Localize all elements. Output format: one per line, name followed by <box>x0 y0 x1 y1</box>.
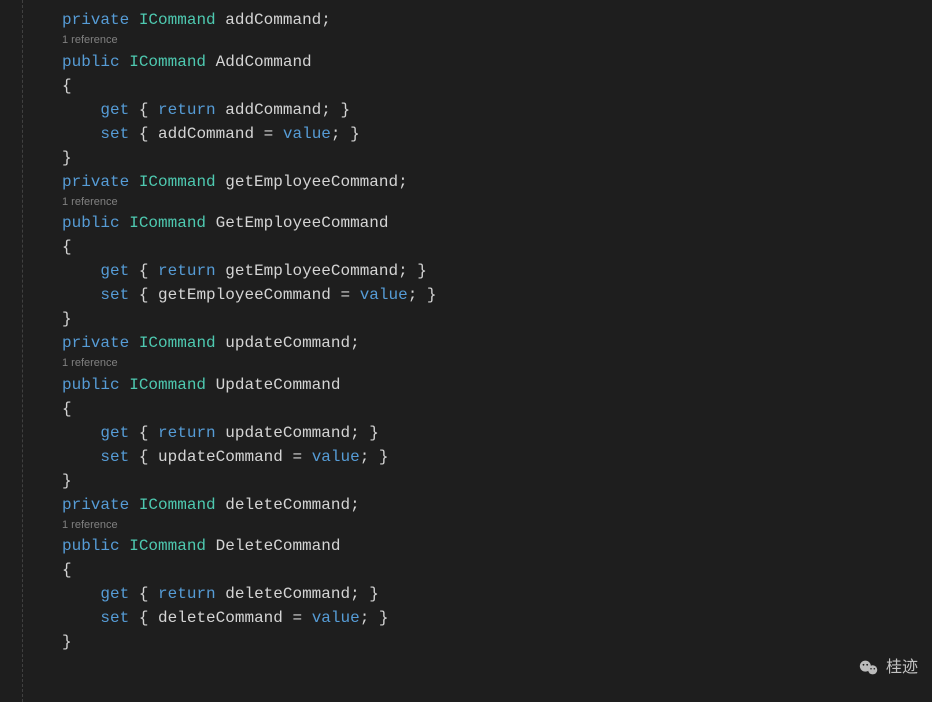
code-line: private ICommand getEmployeeCommand; <box>22 170 932 194</box>
kw-set: set <box>100 125 129 143</box>
watermark-text: 桂迹 <box>886 656 918 680</box>
kw-value: value <box>283 125 331 143</box>
code-line: public ICommand GetEmployeeCommand <box>22 211 932 235</box>
code-line: public ICommand DeleteCommand <box>22 534 932 558</box>
code-line: private ICommand updateCommand; <box>22 331 932 355</box>
code-line: set { updateCommand = value; } <box>22 445 932 469</box>
code-line: { <box>22 397 932 421</box>
type-icommand: ICommand <box>139 11 216 29</box>
kw-public: public <box>62 53 120 71</box>
code-line: { <box>22 74 932 98</box>
code-line: } <box>22 630 932 654</box>
code-line: } <box>22 469 932 493</box>
ref-text: 1 reference <box>62 34 118 46</box>
code-line: private ICommand addCommand; <box>22 8 932 32</box>
type-icommand: ICommand <box>129 53 206 71</box>
kw-return: return <box>158 101 216 119</box>
code-line: get { return addCommand; } <box>22 98 932 122</box>
kw-private: private <box>62 11 129 29</box>
watermark: 桂迹 <box>858 656 918 680</box>
codelens-reference[interactable]: 1 reference <box>22 355 932 373</box>
code-line: set { addCommand = value; } <box>22 122 932 146</box>
code-line: public ICommand UpdateCommand <box>22 373 932 397</box>
code-line: { <box>22 558 932 582</box>
code-line: get { return deleteCommand; } <box>22 582 932 606</box>
code-line: get { return getEmployeeCommand; } <box>22 259 932 283</box>
code-line: } <box>22 146 932 170</box>
indent-guide <box>22 0 24 702</box>
code-line: public ICommand AddCommand <box>22 50 932 74</box>
prop-name: AddCommand <box>216 53 312 71</box>
field-name: addCommand <box>225 11 321 29</box>
wechat-icon <box>858 657 880 679</box>
code-line: get { return updateCommand; } <box>22 421 932 445</box>
code-line: } <box>22 307 932 331</box>
code-line: set { getEmployeeCommand = value; } <box>22 283 932 307</box>
codelens-reference[interactable]: 1 reference <box>22 517 932 535</box>
code-line: { <box>22 235 932 259</box>
code-editor[interactable]: private ICommand addCommand; 1 reference… <box>0 0 932 702</box>
codelens-reference[interactable]: 1 reference <box>22 32 932 50</box>
kw-get: get <box>100 101 129 119</box>
codelens-reference[interactable]: 1 reference <box>22 194 932 212</box>
code-line: private ICommand deleteCommand; <box>22 493 932 517</box>
code-line: set { deleteCommand = value; } <box>22 606 932 630</box>
